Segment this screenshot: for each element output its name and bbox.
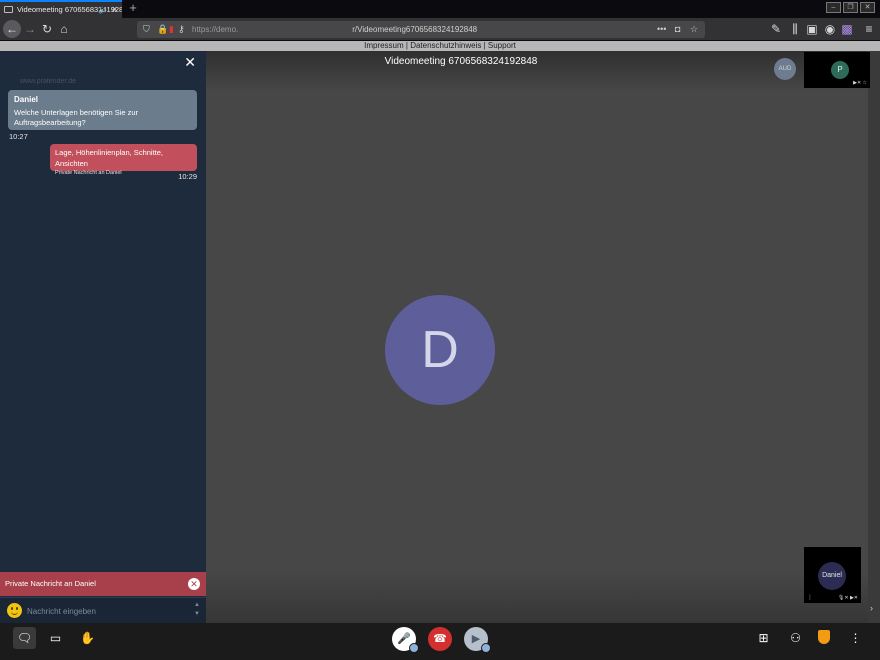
- close-chat-icon[interactable]: ✕: [184, 54, 196, 70]
- key-icon[interactable]: ⚷: [178, 21, 185, 38]
- video-stage: Videomeeting 6706568324192848 AUD D: [206, 51, 868, 623]
- app-window: Videomeeting 6706568324192848 🔈 ✕ + – ❐ …: [0, 0, 880, 660]
- meeting-title: Videomeeting 6706568324192848: [384, 56, 538, 67]
- url-bar[interactable]: ⛉ 🔒 ▮ ⚷ https://demo. r/Videomeeting67065…: [137, 21, 705, 38]
- input-resize-icon[interactable]: ▲ ▼: [194, 601, 200, 619]
- close-window-button[interactable]: ✕: [860, 2, 875, 13]
- chevron-right-icon[interactable]: ›: [870, 603, 873, 613]
- close-tab-icon[interactable]: ✕: [111, 2, 118, 17]
- chat-composer: ▲▼: [0, 597, 206, 623]
- browser-navbar: ← → ↻ ⌂ ⛉ 🔒 ▮ ⚷ https://demo. r/Videomeet…: [0, 18, 880, 41]
- forward-arrow-icon[interactable]: →: [21, 20, 39, 38]
- speaker-icon[interactable]: 🔈: [98, 2, 108, 17]
- microphone-button[interactable]: 🎤: [392, 627, 419, 653]
- vertical-dots-icon: ⋮: [849, 631, 862, 645]
- message-time: 10:29: [178, 172, 197, 181]
- browser-tab[interactable]: Videomeeting 6706568324192848 🔈 ✕: [0, 0, 122, 18]
- message-sender: Daniel: [14, 95, 39, 104]
- mic-settings-badge[interactable]: [409, 643, 419, 653]
- cancel-private-icon[interactable]: ✕: [188, 578, 200, 590]
- hangup-button[interactable]: ☎: [428, 627, 452, 651]
- participant-thumbnail-p[interactable]: P ▶✕ ☆: [804, 52, 870, 88]
- browser-tabbar: Videomeeting 6706568324192848 🔈 ✕ + – ❐ …: [0, 0, 880, 18]
- audience-badge: AUD: [774, 58, 796, 80]
- participant-thumbnail-daniel[interactable]: Daniel ⋮ 🎙✕ ▶✕: [804, 547, 861, 603]
- phone-hangup-icon: ☎: [433, 633, 447, 645]
- chat-header: ✕: [0, 51, 206, 75]
- tile-view-button[interactable]: ⊞: [752, 627, 775, 649]
- minimize-button[interactable]: –: [826, 2, 841, 13]
- monitor-icon: ▭: [49, 631, 62, 645]
- reload-icon[interactable]: ↻: [38, 20, 56, 38]
- raise-hand-button[interactable]: ✋: [76, 627, 99, 649]
- incoming-message: Daniel Welche Unterlagen benötigen Sie z…: [8, 90, 197, 130]
- url-text: https://demo. r/Videomeeting6706568324192…: [192, 25, 478, 34]
- microphone-icon: 🎤: [397, 633, 411, 645]
- screen-share-button[interactable]: ▭: [44, 627, 67, 649]
- camera-off-icon: ▶: [471, 633, 481, 645]
- chat-panel: ✕ www.pratender.de Daniel Welche Unterla…: [0, 51, 206, 623]
- participants-button[interactable]: ⚇: [784, 627, 807, 649]
- message-text: Lage, Höhenlinienplan, Schnitte, Ansicht…: [55, 148, 163, 168]
- chat-input[interactable]: [27, 603, 187, 619]
- private-banner-label: Private Nachricht an Daniel: [5, 579, 96, 588]
- smiley-icon[interactable]: [7, 603, 22, 618]
- muted-camera-icon: ▶✕ ☆: [853, 80, 867, 86]
- thumbnail-menu-icon[interactable]: ⋮: [807, 594, 813, 601]
- camera-button[interactable]: ▶: [464, 627, 491, 653]
- legal-links-bar: Impressum | Datenschutzhinweis | Support: [0, 41, 880, 51]
- account-icon[interactable]: ◉: [821, 20, 839, 38]
- outgoing-message: Lage, Höhenlinienplan, Schnitte, Ansicht…: [50, 144, 197, 176]
- hand-icon: ✋: [80, 631, 95, 645]
- meeting-favicon-icon: [4, 6, 13, 13]
- chat-toggle-button[interactable]: 🗨: [13, 627, 36, 649]
- support-link[interactable]: Support: [488, 41, 516, 50]
- participants-icon: ⚇: [790, 631, 801, 645]
- library-icon[interactable]: ⫼: [786, 20, 804, 38]
- back-arrow-icon[interactable]: ←: [3, 20, 21, 38]
- private-message-banner: Private Nachricht an Daniel ✕: [0, 572, 206, 596]
- meeting-toolbar: 🗨 ▭ ✋ 🎤 ☎ ▶ ⊞ ⚇ ⋮: [0, 623, 880, 660]
- grid-icon: ⊞: [758, 631, 769, 645]
- restore-button[interactable]: ❐: [843, 2, 858, 13]
- security-shield-icon[interactable]: [818, 630, 830, 644]
- chat-bubble-icon: 🗨: [16, 631, 33, 645]
- camera-settings-badge[interactable]: [481, 643, 491, 653]
- filmstrip-rail: ›: [868, 51, 880, 623]
- lock-icon[interactable]: 🔒: [157, 21, 168, 38]
- new-tab-button[interactable]: +: [126, 1, 140, 15]
- tracking-shield-icon[interactable]: ⛉: [143, 21, 150, 38]
- more-actions-icon[interactable]: •••: [657, 21, 666, 38]
- private-note: Private Nachricht an Daniel: [55, 170, 122, 176]
- impressum-link[interactable]: Impressum: [364, 41, 404, 50]
- camera-permission-icon[interactable]: ▮: [169, 21, 174, 38]
- message-text: Welche Unterlagen benötigen Sie zur Auft…: [14, 108, 139, 127]
- message-time: 10:27: [9, 132, 28, 141]
- muted-mic-icon: 🎙✕ ▶✕: [838, 595, 858, 601]
- datenschutz-link[interactable]: Datenschutzhinweis: [410, 41, 481, 50]
- extension-icon[interactable]: ▩: [838, 20, 856, 38]
- participant-avatar: P: [831, 61, 849, 79]
- more-options-button[interactable]: ⋮: [844, 627, 867, 649]
- sidebar-icon[interactable]: ▣: [803, 20, 821, 38]
- faded-link-text: www.pratender.de: [20, 78, 77, 85]
- tools-wrench-icon[interactable]: ✎: [767, 20, 785, 38]
- speaker-avatar: D: [385, 295, 495, 405]
- hamburger-menu-icon[interactable]: ≡: [860, 20, 878, 38]
- participant-avatar: Daniel: [818, 562, 846, 590]
- home-icon[interactable]: ⌂: [55, 20, 73, 38]
- bookmark-star-icon[interactable]: ☆: [690, 21, 698, 38]
- pocket-icon[interactable]: ◘: [675, 21, 680, 38]
